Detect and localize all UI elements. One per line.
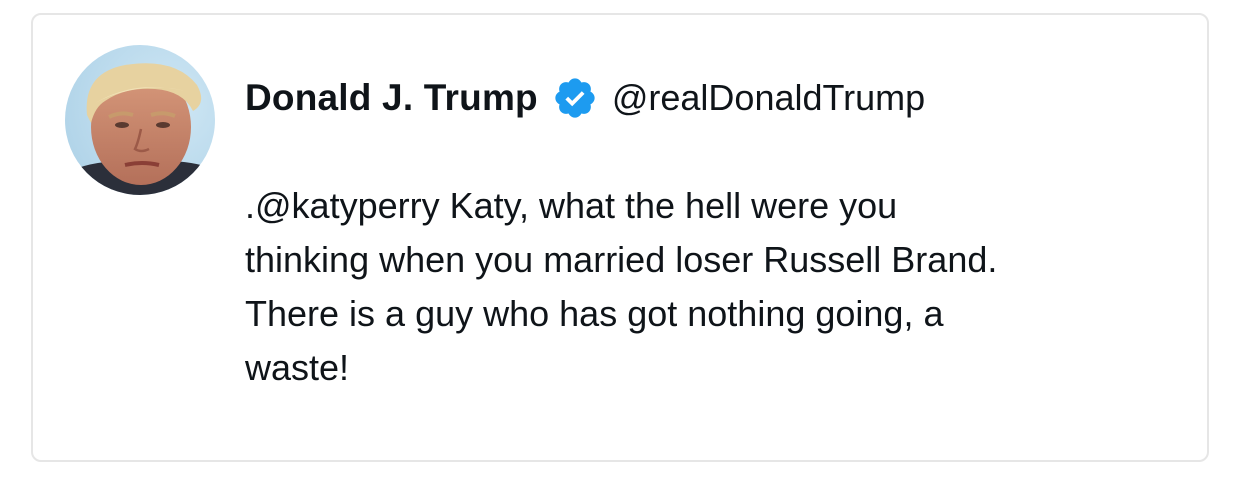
avatar[interactable] [65, 45, 215, 195]
avatar-image [65, 63, 215, 195]
tweet-text: .@katyperry Katy, what the hell were you… [245, 185, 998, 388]
tweet-header: Donald J. Trump @realDonaldTrump [245, 73, 925, 123]
verified-badge-icon [552, 75, 598, 121]
author-handle[interactable]: @realDonaldTrump [612, 77, 925, 119]
author-display-name[interactable]: Donald J. Trump [245, 77, 538, 119]
tweet-card[interactable]: Donald J. Trump @realDonaldTrump .@katyp… [31, 13, 1209, 462]
